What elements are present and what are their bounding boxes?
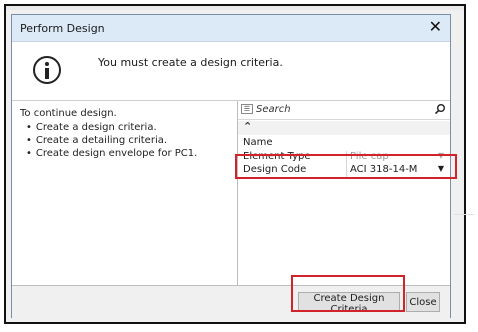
background-grid-line	[462, 100, 463, 280]
property-search-bar: ☰	[238, 101, 450, 120]
chevron-up-icon[interactable]: ⌃	[243, 120, 252, 133]
list-item: Create design envelope for PC1.	[26, 147, 230, 160]
message-area: You must create a design criteria.	[12, 42, 450, 101]
property-group-name: Name	[238, 137, 450, 150]
search-input[interactable]	[256, 102, 426, 117]
background-grid-line	[454, 214, 474, 215]
list-item: Create a design criteria.	[26, 121, 230, 134]
search-icon[interactable]	[434, 103, 446, 115]
instructions-heading: To continue design.	[20, 108, 117, 119]
instructions-pane: To continue design. Create a design crit…	[20, 104, 230, 284]
categorize-icon[interactable]: ☰	[241, 104, 253, 114]
create-button-highlight	[291, 275, 405, 312]
collapse-row[interactable]: ⌃	[238, 120, 450, 135]
dialog-titlebar: Perform Design ✕	[12, 15, 450, 42]
dialog-title: Perform Design	[20, 22, 105, 35]
design-code-highlight	[235, 154, 457, 179]
instructions-list: Create a design criteria. Create a detai…	[20, 121, 230, 160]
list-item: Create a detailing criteria.	[26, 134, 230, 147]
properties-pane: ☰ ⌃ Name Element Type Pile cap ▼ Design …	[237, 101, 450, 285]
background-strip	[6, 6, 464, 10]
group-label: Name	[243, 137, 273, 148]
close-button[interactable]: Close	[406, 292, 440, 312]
message-text: You must create a design criteria.	[98, 56, 283, 69]
close-icon[interactable]: ✕	[429, 18, 442, 36]
info-icon	[33, 56, 61, 84]
